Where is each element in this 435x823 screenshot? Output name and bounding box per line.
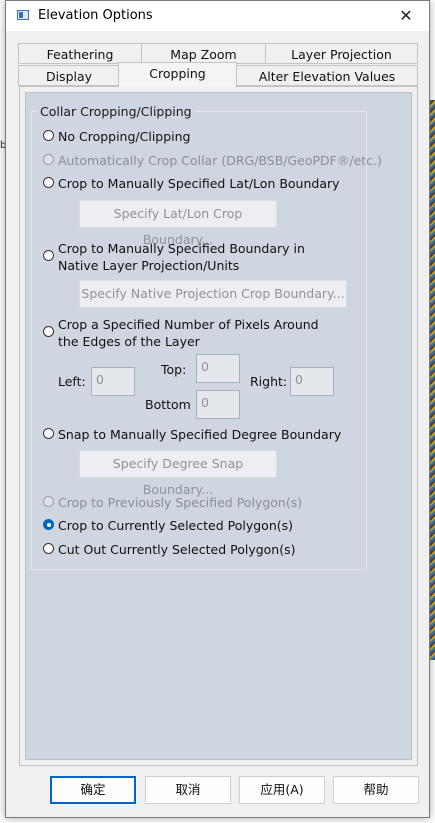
tab-layer-projection[interactable]: Layer Projection: [265, 43, 418, 64]
radio-label: Cut Out Currently Selected Polygon(s): [58, 542, 296, 557]
radio-latlon-boundary[interactable]: Crop to Manually Specified Lat/Lon Bound…: [43, 175, 353, 192]
radio-button[interactable]: [43, 326, 54, 337]
radio-previous-polygon: Crop to Previously Specified Polygon(s): [43, 494, 353, 511]
top-label: Top:: [161, 362, 187, 377]
radio-label: Crop a Specified Number of Pixels Around…: [58, 317, 319, 349]
radio-button[interactable]: [43, 250, 54, 261]
radio-snap-degree[interactable]: Snap to Manually Specified Degree Bounda…: [43, 426, 353, 443]
radio-label: Automatically Crop Collar (DRG/BSB/GeoPD…: [58, 153, 382, 168]
radio-label: Snap to Manually Specified Degree Bounda…: [58, 427, 342, 442]
right-label: Right:: [250, 374, 288, 389]
title-bar[interactable]: Elevation Options ✕: [6, 1, 429, 31]
close-icon[interactable]: ✕: [383, 1, 429, 31]
radio-label: Crop to Currently Selected Polygon(s): [58, 518, 294, 533]
radio-crop-pixels[interactable]: Crop a Specified Number of Pixels Around…: [43, 316, 343, 350]
radio-label: Crop to Manually Specified Lat/Lon Bound…: [58, 176, 340, 191]
right-pixels-field: 0: [290, 367, 334, 396]
radio-button[interactable]: [43, 543, 54, 554]
radio-native-boundary[interactable]: Crop to Manually Specified Boundary in N…: [43, 240, 343, 274]
radio-button[interactable]: [43, 428, 54, 439]
top-pixels-field: 0: [196, 354, 240, 383]
tab-cropping[interactable]: Cropping: [118, 62, 237, 87]
radio-no-cropping[interactable]: No Cropping/Clipping: [43, 128, 353, 145]
help-button[interactable]: 帮助: [333, 776, 419, 804]
radio-button[interactable]: [43, 130, 54, 141]
tab-map-zoom[interactable]: Map Zoom: [141, 43, 266, 64]
tab-feathering[interactable]: Feathering: [18, 43, 142, 64]
radio-label: Crop to Previously Specified Polygon(s): [58, 495, 303, 510]
left-pixels-field: 0: [91, 367, 135, 396]
radio-current-polygon[interactable]: Crop to Currently Selected Polygon(s): [43, 517, 353, 534]
cancel-button[interactable]: 取消: [145, 776, 231, 804]
radio-cut-out-polygon[interactable]: Cut Out Currently Selected Polygon(s): [43, 541, 353, 558]
specify-latlon-crop-button: Specify Lat/Lon Crop Boundary...: [79, 200, 277, 247]
ok-button[interactable]: 确定: [50, 776, 136, 804]
tab-alter-elevation-values[interactable]: Alter Elevation Values: [236, 65, 418, 86]
radio-button[interactable]: [43, 177, 54, 188]
specify-degree-snap-button: Specify Degree Snap Boundary...: [79, 450, 277, 497]
radio-auto-crop-collar: Automatically Crop Collar (DRG/BSB/GeoPD…: [43, 152, 382, 169]
window-icon: [17, 10, 29, 20]
bottom-label: Bottom: [145, 397, 191, 412]
bottom-pixels-field: 0: [196, 390, 240, 419]
radio-button: [43, 154, 54, 165]
window-title: Elevation Options: [38, 8, 153, 23]
radio-label: Crop to Manually Specified Boundary in N…: [58, 241, 305, 273]
radio-label: No Cropping/Clipping: [58, 129, 191, 144]
radio-button-selected[interactable]: [43, 519, 54, 530]
specify-native-crop-button: Specify Native Projection Crop Boundary.…: [79, 280, 347, 308]
tab-display[interactable]: Display: [18, 65, 120, 86]
group-title: Collar Cropping/Clipping: [38, 104, 194, 119]
apply-button[interactable]: 应用(A): [239, 776, 325, 804]
radio-button: [43, 496, 54, 507]
left-label: Left:: [58, 374, 86, 389]
